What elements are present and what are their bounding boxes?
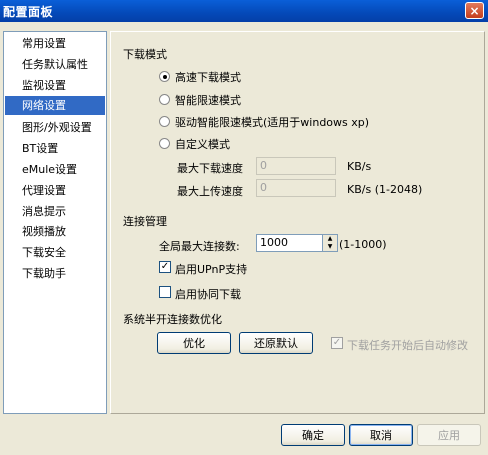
network-settings-panel: 下载模式 高速下载模式 智能限速模式 驱动智能限速模式(适用于windows x… (110, 31, 485, 414)
radio-custom-label[interactable]: 自定义模式 (175, 136, 230, 152)
auto-modify-label: 下载任务开始后自动修改 (347, 339, 468, 352)
max-download-label: 最大下载速度 (177, 162, 243, 175)
half-open-title: 系统半开连接数优化 (123, 313, 222, 326)
spin-up-icon[interactable]: ▲ (323, 235, 337, 243)
cooperative-label[interactable]: 启用协同下载 (175, 286, 241, 302)
cancel-button-label: 取消 (370, 429, 392, 442)
max-connections-spinner[interactable]: ▲ ▼ (323, 234, 338, 252)
sidebar-item-video[interactable]: 视频播放 (5, 222, 105, 241)
max-connections-range: (1-1000) (339, 238, 387, 251)
title-bar[interactable]: 配置面板 × (0, 0, 488, 22)
ok-button-label: 确定 (302, 429, 324, 442)
apply-button-label: 应用 (438, 429, 460, 442)
max-upload-unit: KB/s (1-2048) (347, 183, 423, 196)
max-download-unit: KB/s (347, 160, 372, 173)
apply-button[interactable]: 应用 (417, 424, 481, 446)
sidebar-item-proxy[interactable]: 代理设置 (5, 181, 105, 200)
max-upload-input[interactable]: 0 (256, 179, 336, 197)
cancel-button[interactable]: 取消 (349, 424, 413, 446)
radio-high-speed[interactable] (159, 71, 170, 82)
spin-down-icon[interactable]: ▼ (323, 243, 337, 251)
cooperative-checkbox[interactable] (159, 286, 171, 298)
sidebar-item-emule[interactable]: eMule设置 (5, 160, 105, 179)
max-connections-label: 全局最大连接数: (159, 240, 240, 253)
close-icon: × (469, 3, 480, 18)
radio-driver-limit-label[interactable]: 驱动智能限速模式(适用于windows xp) (175, 114, 369, 130)
radio-smart-limit-label[interactable]: 智能限速模式 (175, 92, 241, 108)
sidebar-item-general[interactable]: 常用设置 (5, 34, 105, 53)
max-connections-input[interactable]: 1000 (256, 234, 323, 252)
settings-nav-list[interactable]: 常用设置 任务默认属性 监视设置 网络设置 图形/外观设置 BT设置 eMule… (3, 31, 107, 414)
radio-high-speed-label[interactable]: 高速下载模式 (175, 69, 241, 85)
restore-default-button[interactable]: 还原默认 (239, 332, 313, 354)
radio-driver-limit[interactable] (159, 116, 170, 127)
restore-default-label: 还原默认 (254, 337, 298, 350)
connection-title: 连接管理 (123, 215, 167, 228)
ok-button[interactable]: 确定 (281, 424, 345, 446)
sidebar-item-network[interactable]: 网络设置 (5, 96, 105, 115)
max-upload-label: 最大上传速度 (177, 185, 243, 198)
close-button[interactable]: × (465, 2, 484, 19)
sidebar-item-security[interactable]: 下载安全 (5, 243, 105, 262)
max-download-input[interactable]: 0 (256, 157, 336, 175)
window-title: 配置面板 (3, 4, 54, 19)
optimize-button-label: 优化 (183, 337, 205, 350)
optimize-button[interactable]: 优化 (157, 332, 231, 354)
sidebar-item-assistant[interactable]: 下载助手 (5, 264, 105, 283)
upnp-label[interactable]: 启用UPnP支持 (175, 261, 247, 277)
auto-modify-checkbox[interactable]: ✓ (331, 337, 343, 349)
sidebar-item-monitor[interactable]: 监视设置 (5, 76, 105, 95)
sidebar-item-bt[interactable]: BT设置 (5, 139, 105, 158)
radio-smart-limit[interactable] (159, 94, 170, 105)
sidebar-item-appearance[interactable]: 图形/外观设置 (5, 118, 105, 137)
sidebar-item-notifications[interactable]: 消息提示 (5, 202, 105, 221)
radio-custom[interactable] (159, 138, 170, 149)
download-mode-title: 下载模式 (123, 48, 167, 61)
upnp-checkbox[interactable]: ✓ (159, 261, 171, 273)
sidebar-item-task-defaults[interactable]: 任务默认属性 (5, 55, 105, 74)
